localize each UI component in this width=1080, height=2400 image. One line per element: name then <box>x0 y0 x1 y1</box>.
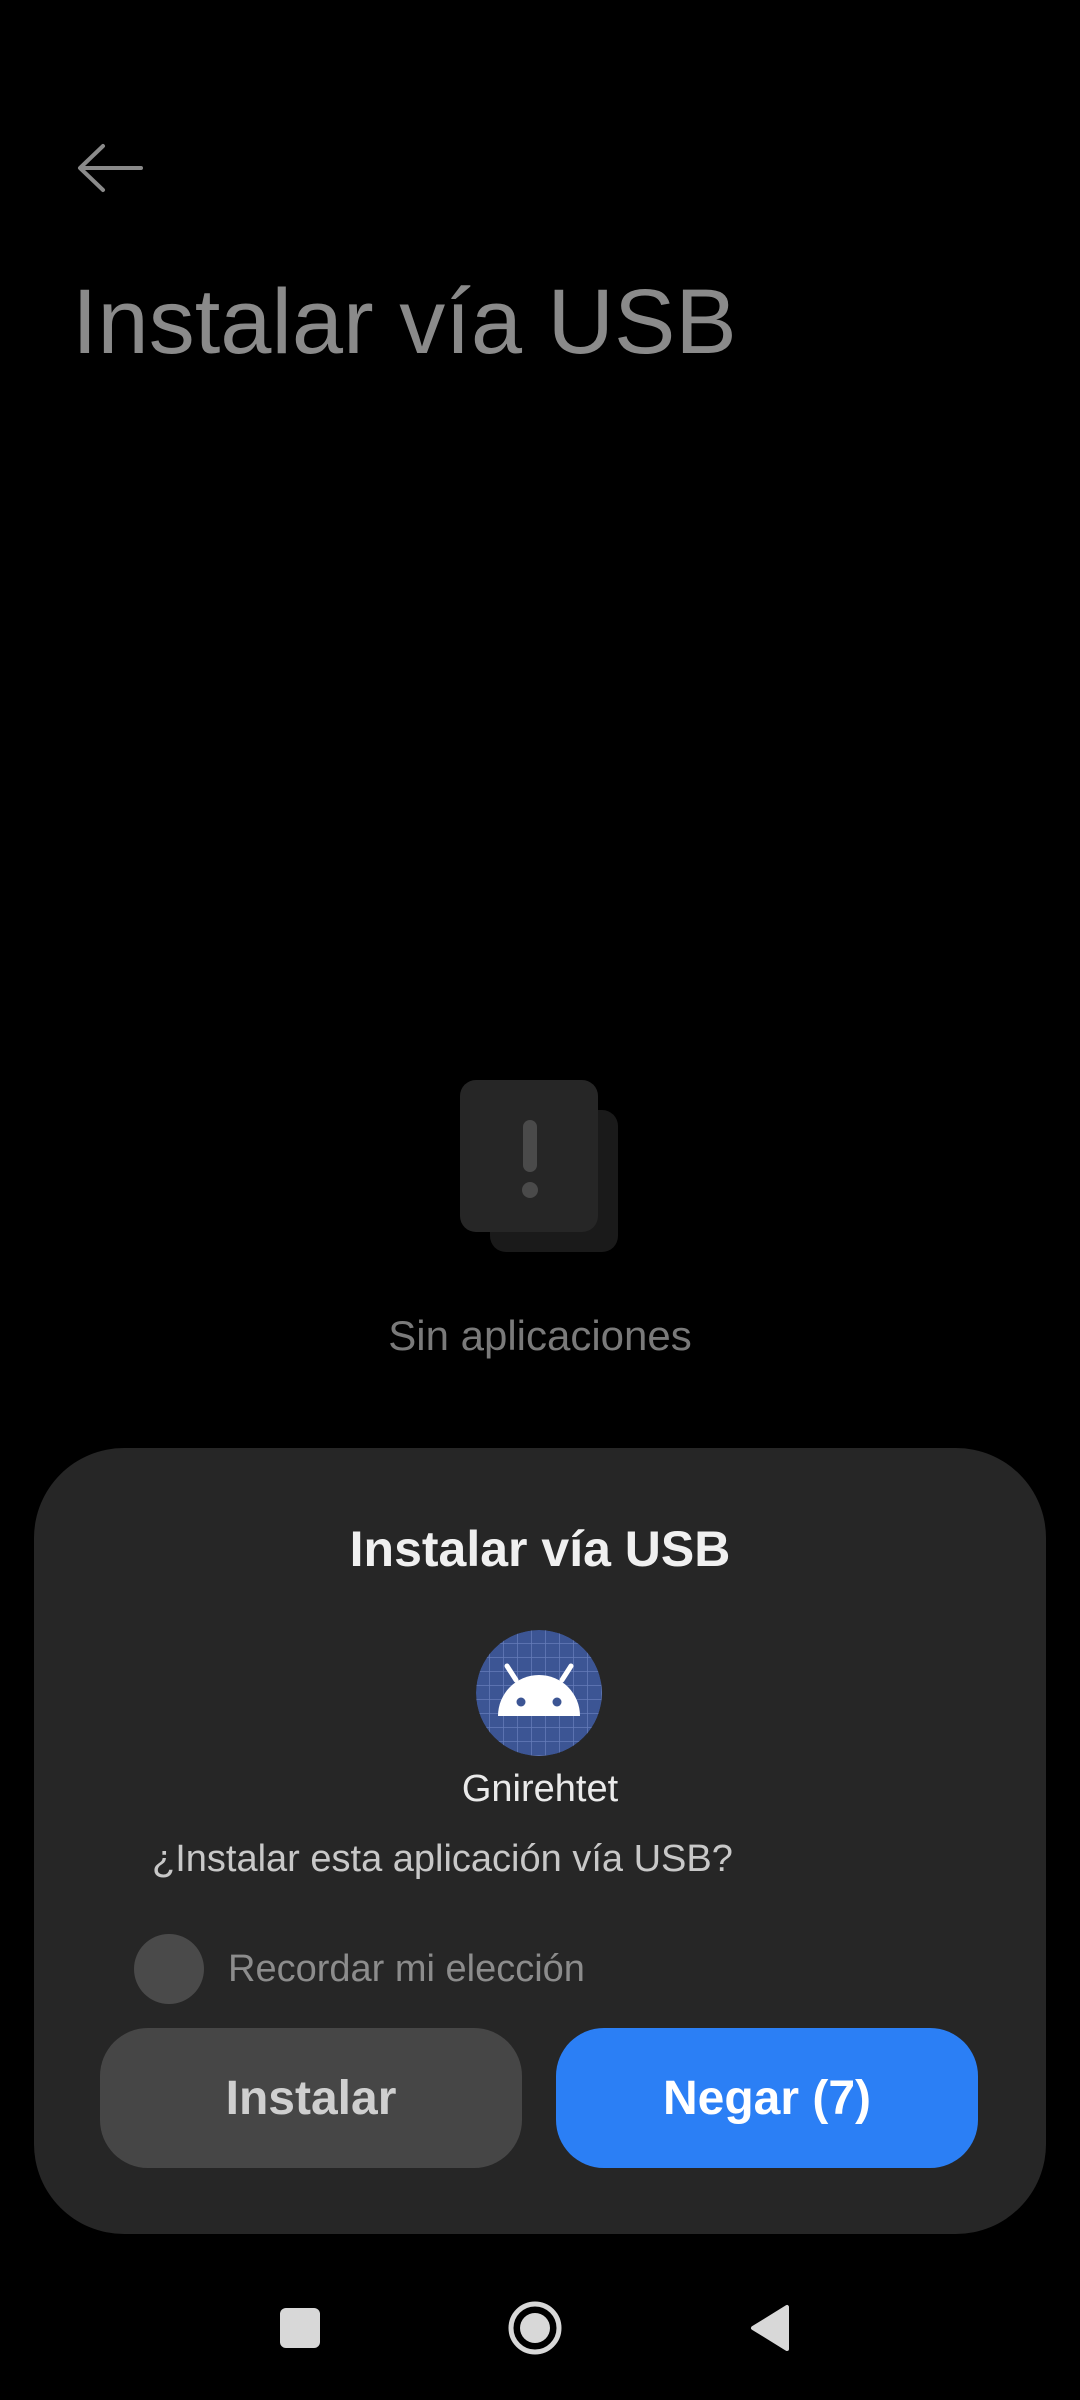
exclamation-cards-icon <box>460 1080 620 1255</box>
dialog-title: Instalar vía USB <box>349 1521 731 1577</box>
checkbox-circle-icon[interactable] <box>134 1934 204 2004</box>
home-button[interactable] <box>495 2290 575 2370</box>
recents-button[interactable] <box>260 2290 340 2370</box>
page-title: Instalar vía USB <box>72 271 737 373</box>
nav-back-button[interactable] <box>730 2290 810 2370</box>
app-name: Gnirehtet <box>461 1768 619 1810</box>
install-question: ¿Instalar esta aplicación vía USB? <box>152 1838 733 1880</box>
remember-choice-label: Recordar mi elección <box>228 1947 585 1990</box>
back-button[interactable] <box>60 120 160 220</box>
square-icon <box>280 2307 320 2353</box>
triangle-back-icon <box>749 2304 791 2357</box>
arrow-left-icon <box>75 143 145 198</box>
app-icon <box>476 1630 602 1756</box>
install-button[interactable]: Instalar <box>100 2028 522 2168</box>
deny-button[interactable]: Negar (7) <box>556 2028 978 2168</box>
android-robot-icon <box>476 1630 602 1756</box>
install-dialog: Instalar vía USB Gnirehtet ¿Instalar est… <box>34 1448 1046 2234</box>
system-navigation-bar <box>0 2290 1080 2370</box>
empty-state-text: Sin aplicaciones <box>388 1312 692 1359</box>
remember-choice-checkbox[interactable]: Recordar mi elección <box>134 1934 585 2004</box>
circle-icon <box>507 2300 563 2361</box>
